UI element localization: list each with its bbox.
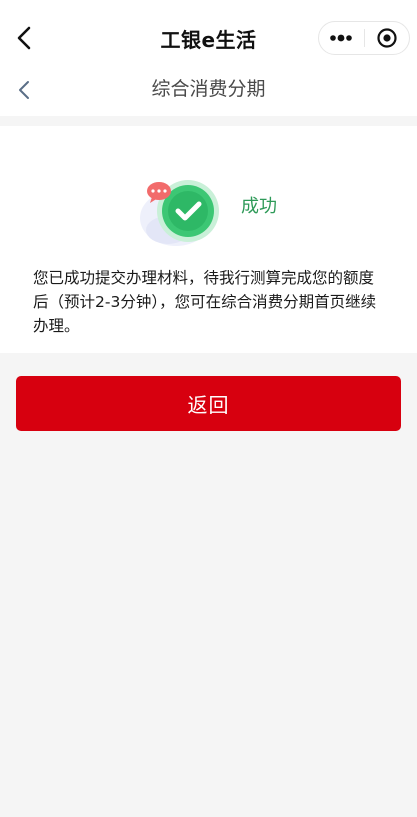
target-circle-icon bbox=[377, 28, 397, 48]
result-status: 成功 bbox=[241, 196, 277, 217]
page-header: 综合消费分期 bbox=[0, 72, 417, 116]
more-button[interactable] bbox=[319, 22, 364, 54]
top-navigation-bar: 工银e生活 bbox=[0, 0, 417, 72]
result-card: 成功 您已成功提交办理材料，待我行测算完成您的额度后（预计2-3分钟），您可在综… bbox=[0, 126, 417, 353]
close-button[interactable] bbox=[364, 22, 409, 54]
return-button[interactable]: 返回 bbox=[16, 376, 401, 431]
mini-program-capsule bbox=[318, 21, 410, 55]
success-check-icon bbox=[138, 178, 234, 248]
result-message: 您已成功提交办理材料，待我行测算完成您的额度后（预计2-3分钟），您可在综合消费… bbox=[33, 269, 377, 335]
page-title: 综合消费分期 bbox=[151, 78, 266, 100]
more-dots-icon bbox=[330, 34, 353, 42]
